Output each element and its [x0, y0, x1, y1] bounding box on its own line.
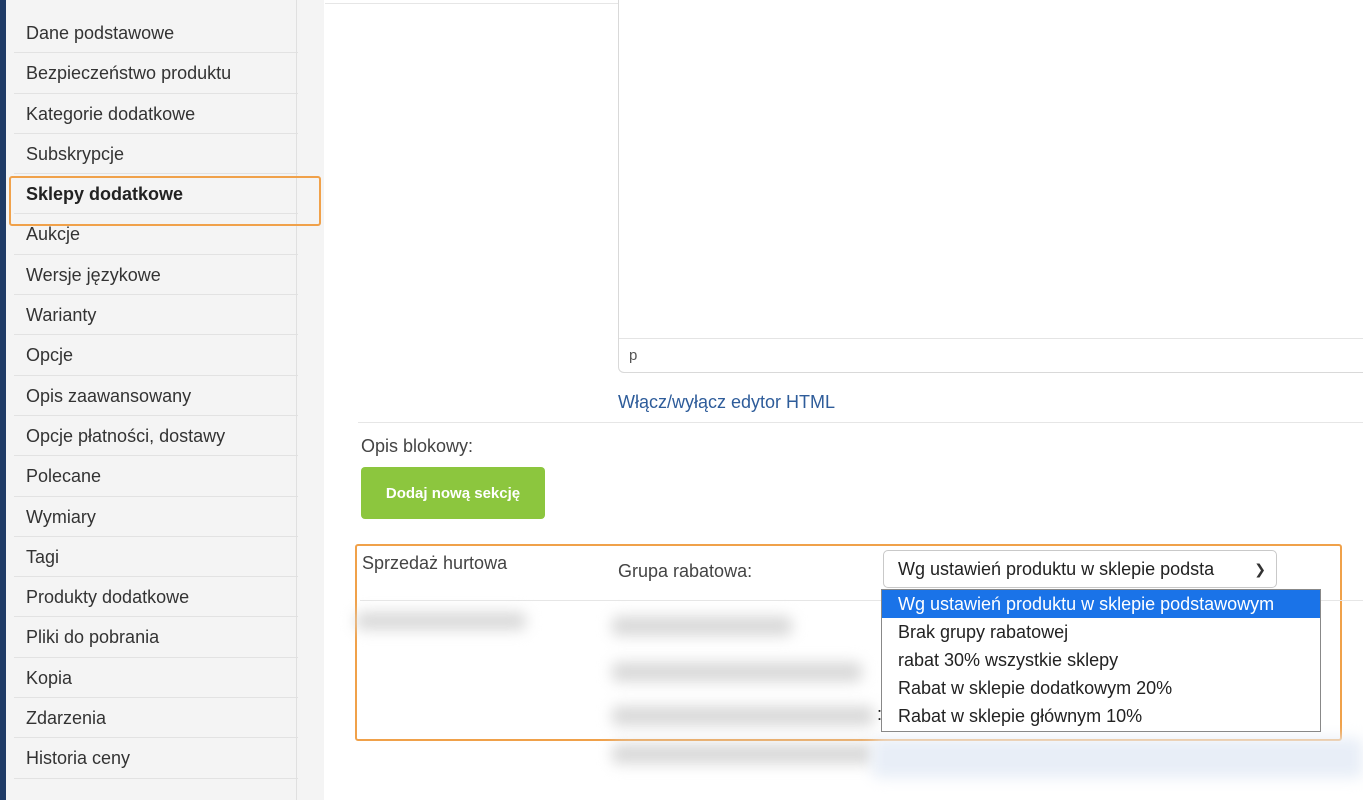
sidebar-item[interactable]: Bezpieczeństwo produktu [14, 53, 298, 94]
section-divider [358, 422, 1363, 423]
discount-group-options-list[interactable]: Wg ustawień produktu w sklepie podstawow… [881, 589, 1321, 732]
sidebar-item[interactable]: Subskrypcje [14, 134, 298, 175]
discount-group-select[interactable]: Wg ustawień produktu w sklepie podsta ❯ [883, 550, 1277, 588]
toggle-html-editor-link[interactable]: Włącz/wyłącz edytor HTML [618, 392, 835, 413]
sidebar-item[interactable]: Kategorie dodatkowe [14, 94, 298, 134]
sidebar-item[interactable]: Kopia [14, 658, 298, 699]
sidebar-item[interactable]: Dane podstawowe [14, 13, 298, 54]
sidebar-item[interactable]: Polecane [14, 456, 298, 497]
discount-group-option[interactable]: rabat 30% wszystkie sklepy [882, 646, 1320, 674]
blurred-label [612, 744, 874, 764]
sidebar-item[interactable]: Opcje płatności, dostawy [14, 416, 298, 457]
discount-group-option[interactable]: Rabat w sklepie dodatkowym 20% [882, 674, 1320, 702]
blurred-label [356, 612, 526, 630]
sidebar-item[interactable]: Wymiary [14, 497, 298, 537]
blurred-field [872, 738, 1363, 778]
sidebar-item[interactable]: Tagi [14, 537, 298, 578]
sidebar-item[interactable]: Opis zaawansowany [14, 376, 298, 416]
blurred-label [612, 662, 862, 682]
sidebar-divider [296, 0, 297, 800]
discount-group-option[interactable]: Rabat w sklepie głównym 10% [882, 702, 1320, 730]
discount-group-label: Grupa rabatowa: [618, 561, 753, 581]
sidebar-list: Dane podstawowe Bezpieczeństwo produktu Ka… [14, 13, 298, 779]
editor-element-path: p [619, 338, 1363, 372]
discount-group-selected-value: Wg ustawień produktu w sklepie podsta [898, 559, 1215, 579]
sidebar-item[interactable]: Historia ceny [14, 738, 298, 779]
discount-group-option[interactable]: Brak grupy rabatowej [882, 618, 1320, 646]
sidebar-item[interactable]: Wersje językowe [14, 255, 298, 296]
add-section-button[interactable]: Dodaj nową sekcję [361, 467, 545, 519]
sidebar-item[interactable]: Warianty [14, 295, 298, 336]
sidebar-item[interactable]: Opcje [14, 335, 298, 376]
product-sections-sidebar: Dane podstawowe Bezpieczeństwo produktu Ka… [6, 0, 324, 800]
sidebar-item[interactable]: Produkty dodatkowe [14, 577, 298, 618]
discount-group-option[interactable]: Wg ustawień produktu w sklepie podstawow… [882, 590, 1320, 618]
wholesale-section-label: Sprzedaż hurtowa [362, 553, 508, 573]
block-description-label: Opis blokowy: [361, 436, 474, 456]
rich-text-editor[interactable]: p [618, 0, 1363, 373]
blurred-label [612, 616, 792, 636]
sidebar-item[interactable]: Pliki do pobrania [14, 617, 298, 658]
sidebar-item[interactable]: Zdarzenia [14, 698, 298, 739]
chevron-down-icon: ❯ [1254, 561, 1266, 577]
sidebar-highlight-frame [9, 176, 321, 226]
blurred-label [612, 706, 874, 726]
